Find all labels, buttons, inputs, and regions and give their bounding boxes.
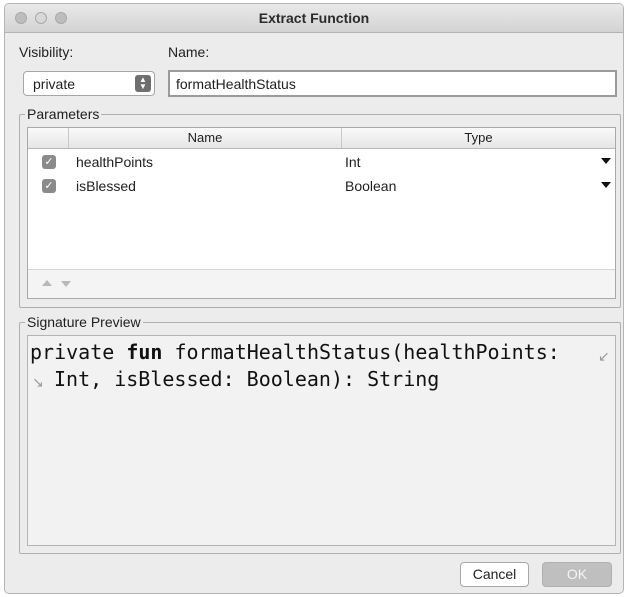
signature-line-1-rest: formatHealthStatus(healthPoints: — [162, 340, 560, 364]
arrow-down-icon[interactable] — [61, 281, 71, 287]
wrap-arrow-icon: ↙ — [598, 348, 610, 364]
table-row[interactable]: ✓ healthPoints Int — [28, 152, 615, 176]
extract-function-dialog: Extract Function Visibility: Name: priva… — [4, 3, 624, 594]
cancel-button[interactable]: Cancel — [460, 562, 529, 587]
checkmark-icon[interactable]: ✓ — [42, 155, 56, 169]
title-bar: Extract Function — [5, 4, 623, 33]
arrow-up-icon[interactable] — [42, 280, 52, 286]
window-title: Extract Function — [258, 10, 370, 26]
signature-preview-label: Signature Preview — [25, 314, 143, 330]
param-name[interactable]: healthPoints — [76, 154, 153, 170]
parameters-group-label: Parameters — [25, 106, 102, 122]
column-header-name[interactable]: Name — [68, 128, 341, 148]
table-toolbar — [28, 269, 615, 298]
param-type[interactable]: Int — [345, 154, 361, 170]
parameters-table: Name Type ✓ healthPoints Int ✓ isBlessed… — [27, 127, 616, 299]
keyword-private: private — [30, 340, 127, 364]
checkmark-icon[interactable]: ✓ — [42, 179, 56, 193]
visibility-value: private — [33, 76, 76, 92]
param-name[interactable]: isBlessed — [76, 178, 136, 194]
wrap-arrow-icon: ↘ — [32, 374, 44, 390]
signature-line-1: private fun formatHealthStatus(healthPoi… — [30, 340, 560, 364]
table-header: Name Type — [28, 128, 615, 149]
function-name-value: formatHealthStatus — [176, 76, 296, 92]
dropdown-arrow-icon[interactable] — [601, 158, 611, 164]
table-row[interactable]: ✓ isBlessed Boolean — [28, 176, 615, 200]
function-name-input[interactable]: formatHealthStatus — [168, 70, 617, 97]
ok-button[interactable]: OK — [542, 562, 612, 587]
visibility-label: Visibility: — [19, 44, 74, 60]
signature-line-2: Int, isBlessed: Boolean): String — [54, 367, 440, 391]
checkbox-column-header[interactable] — [28, 128, 68, 148]
keyword-fun: fun — [126, 340, 163, 364]
dropdown-arrow-icon[interactable] — [601, 182, 611, 188]
updown-arrows-icon: ▲ ▼ — [135, 75, 151, 92]
signature-preview-area: private fun formatHealthStatus(healthPoi… — [27, 335, 616, 546]
name-label: Name: — [168, 44, 210, 60]
visibility-select[interactable]: private ▲ ▼ — [23, 71, 155, 96]
column-header-type[interactable]: Type — [341, 128, 615, 148]
param-type[interactable]: Boolean — [345, 178, 396, 194]
